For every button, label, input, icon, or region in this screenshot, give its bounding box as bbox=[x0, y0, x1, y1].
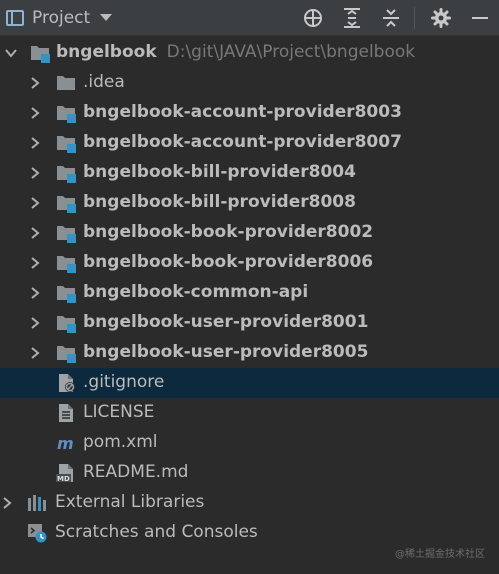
watermark: @稀土掘金技术社区 bbox=[395, 549, 485, 560]
tree-item-module[interactable]: bngelbook-user-provider8005 bbox=[0, 338, 499, 368]
chevron-right-icon bbox=[28, 256, 42, 270]
scratches-label: Scratches and Consoles bbox=[55, 522, 258, 542]
tree-item-module[interactable]: bngelbook-book-provider8006 bbox=[0, 248, 499, 278]
maven-icon bbox=[56, 433, 76, 453]
select-opened-file-button[interactable] bbox=[300, 5, 326, 31]
module-label: bngelbook-user-provider8005 bbox=[83, 342, 369, 362]
chevron-down-icon bbox=[4, 46, 18, 60]
crosshair-icon bbox=[304, 9, 322, 27]
module-folder-icon bbox=[56, 223, 76, 243]
module-label: bngelbook-bill-provider8008 bbox=[83, 192, 356, 212]
tree-item-module[interactable]: bngelbook-bill-provider8004 bbox=[0, 158, 499, 188]
module-label: bngelbook-common-api bbox=[83, 282, 309, 302]
module-label: bngelbook-user-provider8001 bbox=[83, 312, 369, 332]
gitignore-file-icon bbox=[56, 373, 76, 393]
chevron-right-icon bbox=[28, 286, 42, 300]
root-name: bngelbook bbox=[56, 42, 157, 62]
tree-item-module[interactable]: bngelbook-account-provider8007 bbox=[0, 128, 499, 158]
chevron-right-icon bbox=[28, 166, 42, 180]
folder-label: .idea bbox=[83, 72, 125, 92]
module-label: bngelbook-account-provider8003 bbox=[83, 102, 402, 122]
module-folder-icon bbox=[56, 283, 76, 303]
module-folder-icon bbox=[56, 253, 76, 273]
module-label: bngelbook-book-provider8006 bbox=[83, 252, 374, 272]
expand-all-icon bbox=[344, 8, 360, 28]
tree-item-gitignore[interactable]: .gitignore bbox=[0, 368, 499, 398]
header-toolbar bbox=[287, 0, 499, 36]
module-label: bngelbook-bill-provider8004 bbox=[83, 162, 356, 182]
project-title: Project bbox=[32, 7, 91, 28]
gear-icon bbox=[431, 8, 451, 28]
module-label: bngelbook-account-provider8007 bbox=[83, 132, 402, 152]
chevron-down-icon bbox=[100, 14, 113, 21]
folder-icon bbox=[56, 73, 76, 93]
tree-item-module[interactable]: bngelbook-user-provider8001 bbox=[0, 308, 499, 338]
module-folder-icon bbox=[56, 103, 76, 123]
tree-item-root[interactable]: bngelbook D:\git\JAVA\Project\bngelbook bbox=[0, 38, 499, 68]
project-view-selector[interactable]: Project bbox=[0, 7, 113, 28]
chevron-right-icon bbox=[28, 136, 42, 150]
module-folder-icon bbox=[56, 133, 76, 153]
collapse-all-icon bbox=[383, 9, 399, 27]
chevron-right-icon bbox=[28, 196, 42, 210]
settings-button[interactable] bbox=[428, 5, 454, 31]
chevron-right-icon bbox=[28, 106, 42, 120]
markdown-file-icon bbox=[56, 463, 76, 483]
module-label: bngelbook-book-provider8002 bbox=[83, 222, 374, 242]
root-label: bngelbook D:\git\JAVA\Project\bngelbook bbox=[56, 42, 415, 62]
module-folder-icon bbox=[56, 313, 76, 333]
tree-item-readme[interactable]: README.md bbox=[0, 458, 499, 488]
collapse-all-button[interactable] bbox=[378, 5, 404, 31]
text-file-icon bbox=[56, 403, 76, 423]
module-folder-icon bbox=[30, 43, 50, 63]
tree-item-idea[interactable]: .idea bbox=[0, 68, 499, 98]
file-label: README.md bbox=[83, 462, 189, 482]
file-label: LICENSE bbox=[83, 402, 155, 422]
file-label: pom.xml bbox=[83, 432, 158, 452]
chevron-right-icon bbox=[28, 226, 42, 240]
minimize-icon bbox=[472, 17, 488, 19]
project-window-icon bbox=[6, 9, 24, 26]
tree-item-module[interactable]: bngelbook-common-api bbox=[0, 278, 499, 308]
hide-button[interactable] bbox=[467, 5, 493, 31]
chevron-right-icon bbox=[28, 316, 42, 330]
libraries-icon bbox=[27, 493, 47, 513]
module-folder-icon bbox=[56, 163, 76, 183]
module-folder-icon bbox=[56, 193, 76, 213]
tree-item-external-libraries[interactable]: External Libraries bbox=[0, 488, 499, 518]
tree-item-module[interactable]: bngelbook-bill-provider8008 bbox=[0, 188, 499, 218]
file-label: .gitignore bbox=[83, 372, 165, 392]
tree-item-module[interactable]: bngelbook-account-provider8003 bbox=[0, 98, 499, 128]
chevron-right-icon bbox=[28, 76, 42, 90]
external-libraries-label: External Libraries bbox=[55, 492, 205, 512]
toolbar-separator bbox=[414, 7, 415, 29]
tree-item-license[interactable]: LICENSE bbox=[0, 398, 499, 428]
project-toolwindow-header: Project bbox=[0, 0, 499, 36]
tree-item-scratches[interactable]: Scratches and Consoles bbox=[0, 518, 499, 548]
tree-item-module[interactable]: bngelbook-book-provider8002 bbox=[0, 218, 499, 248]
module-folder-icon bbox=[56, 343, 76, 363]
chevron-right-icon bbox=[28, 346, 42, 360]
tree-item-pom[interactable]: pom.xml bbox=[0, 428, 499, 458]
scratches-icon bbox=[27, 523, 47, 543]
project-tree: bngelbook D:\git\JAVA\Project\bngelbook .… bbox=[0, 38, 499, 548]
root-path: D:\git\JAVA\Project\bngelbook bbox=[166, 42, 416, 62]
chevron-right-icon bbox=[0, 496, 14, 510]
expand-all-button[interactable] bbox=[339, 5, 365, 31]
